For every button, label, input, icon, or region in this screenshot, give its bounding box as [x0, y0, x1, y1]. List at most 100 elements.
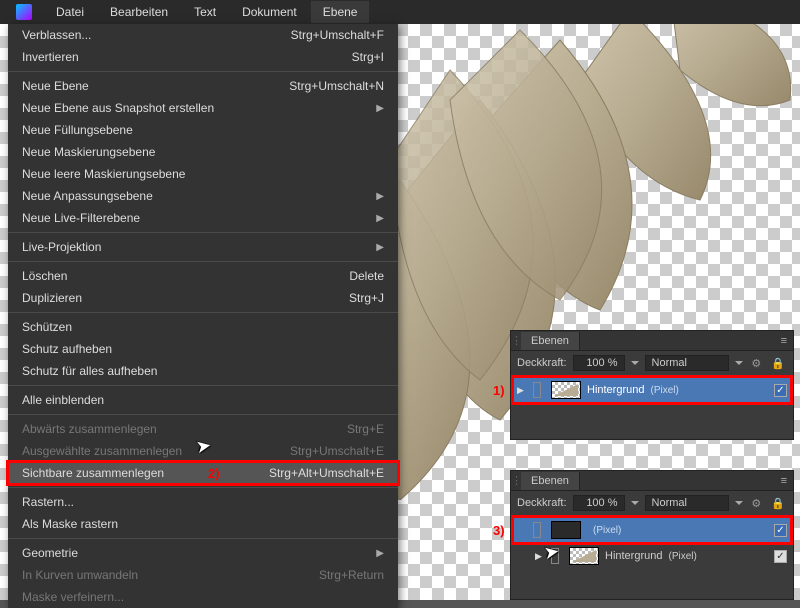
blend-mode-select[interactable]: Normal [645, 355, 730, 371]
submenu-arrow-icon: ▶ [376, 213, 384, 224]
menu-text[interactable]: Text [182, 1, 228, 23]
layer-row[interactable]: ▶ Hintergrund (Pixel) ✓ [513, 377, 791, 403]
opacity-dropdown-icon[interactable] [631, 361, 639, 365]
disclose-icon[interactable]: ▶ [517, 385, 527, 396]
menu-shortcut: Strg+Umschalt+F [291, 28, 384, 42]
annotation-3: 3) [493, 523, 505, 538]
menu-item[interactable]: Löschen Delete [8, 265, 398, 287]
menu-item-label: Schützen [22, 320, 72, 334]
ebene-dropdown: Verblassen... Strg+Umschalt+F Invertieren S… [8, 24, 398, 608]
menu-item[interactable]: Schutz aufheben [8, 338, 398, 360]
layer-row[interactable]: (Pixel) ✓ [513, 517, 791, 543]
menu-item[interactable]: Verblassen... Strg+Umschalt+F [8, 24, 398, 46]
submenu-arrow-icon: ▶ [376, 191, 384, 202]
layer-name: Hintergrund [587, 384, 644, 396]
menu-shortcut: Strg+E [347, 422, 384, 436]
menu-bearbeiten[interactable]: Bearbeiten [98, 1, 180, 23]
submenu-arrow-icon: ▶ [376, 103, 384, 114]
menu-shortcut: Delete [349, 269, 384, 283]
menu-shortcut: Strg+I [352, 50, 384, 64]
menu-item-label: Sichtbare zusammenlegen [22, 466, 164, 480]
menu-item[interactable]: Rastern... [8, 491, 398, 513]
opacity-value[interactable]: 100 % [573, 355, 625, 371]
disclose-icon[interactable]: ▶ [535, 551, 545, 562]
menu-item-label: Neue Live-Filterebene [22, 211, 140, 225]
opacity-dropdown-icon[interactable] [631, 501, 639, 505]
menu-item[interactable]: Invertieren Strg+I [8, 46, 398, 68]
layer-type: (Pixel) [650, 385, 678, 396]
visibility-checkbox[interactable]: ✓ [774, 524, 787, 537]
layer-row[interactable]: ▶Hintergrund (Pixel)✓ [513, 543, 791, 569]
menu-item-label: Rastern... [22, 495, 74, 509]
submenu-arrow-icon: ▶ [376, 548, 384, 559]
opacity-label: Deckkraft: [517, 357, 567, 369]
lock-icon[interactable]: 🔒 [769, 497, 787, 510]
submenu-arrow-icon: ▶ [376, 242, 384, 253]
menu-dokument[interactable]: Dokument [230, 1, 309, 23]
menu-item-label: Live-Projektion [22, 240, 101, 254]
app-icon[interactable] [16, 4, 32, 20]
menu-shortcut: Strg+Umschalt+E [290, 444, 384, 458]
layer-thumbnail[interactable] [551, 381, 581, 399]
menu-datei[interactable]: Datei [44, 1, 96, 23]
menu-item-label: Verblassen... [22, 28, 91, 42]
layers-panel-2: ⋮⋮ Ebenen ≡ Deckkraft: 100 % Normal ⚙ 🔒 … [510, 470, 794, 600]
menu-ebene[interactable]: Ebene [311, 1, 370, 23]
menubar: Datei Bearbeiten Text Dokument Ebene [0, 0, 800, 24]
lock-icon[interactable]: 🔒 [769, 357, 787, 370]
menu-item[interactable]: Neue Maskierungsebene [8, 141, 398, 163]
menu-item[interactable]: Schützen [8, 316, 398, 338]
brush-icon [533, 522, 541, 538]
visibility-checkbox[interactable]: ✓ [774, 550, 787, 563]
menu-item[interactable]: Neue Füllungsebene [8, 119, 398, 141]
menu-item-label: Neue Ebene aus Snapshot erstellen [22, 101, 214, 115]
menu-item-label: Invertieren [22, 50, 79, 64]
panel-grip-icon[interactable]: ⋮⋮ [511, 474, 521, 487]
menu-shortcut: Strg+J [349, 291, 384, 305]
menu-item-label: Schutz aufheben [22, 342, 112, 356]
layers-tab[interactable]: Ebenen [521, 472, 580, 490]
panel-menu-icon[interactable]: ≡ [775, 475, 793, 487]
gear-icon[interactable]: ⚙ [749, 357, 763, 370]
menu-item: Ausgewählte zusammenlegen Strg+Umschalt+E [8, 440, 398, 462]
menu-item[interactable]: Neue Ebene Strg+Umschalt+N [8, 75, 398, 97]
layer-name: Hintergrund [605, 550, 662, 562]
menu-item[interactable]: Neue Anpassungsebene▶ [8, 185, 398, 207]
menu-item[interactable]: Schutz für alles aufheben [8, 360, 398, 382]
blend-mode-select[interactable]: Normal [645, 495, 730, 511]
opacity-value[interactable]: 100 % [573, 495, 625, 511]
annotation-2: 2) [208, 466, 220, 481]
menu-item-label: Neue Ebene [22, 79, 89, 93]
menu-item-label: Duplizieren [22, 291, 82, 305]
layers-tab[interactable]: Ebenen [521, 332, 580, 350]
visibility-checkbox[interactable]: ✓ [774, 384, 787, 397]
menu-item[interactable]: Als Maske rastern [8, 513, 398, 535]
blend-dropdown-icon[interactable] [735, 361, 743, 365]
panel-grip-icon[interactable]: ⋮⋮ [511, 334, 521, 347]
menu-item[interactable]: Live-Projektion ▶ [8, 236, 398, 258]
menu-item[interactable]: Neue leere Maskierungsebene [8, 163, 398, 185]
menu-item[interactable]: Neue Ebene aus Snapshot erstellen ▶ [8, 97, 398, 119]
menu-shortcut: Strg+Umschalt+N [289, 79, 384, 93]
brush-icon [533, 382, 541, 398]
menu-item[interactable]: Alle einblenden [8, 389, 398, 411]
layers-panel-1: ⋮⋮ Ebenen ≡ Deckkraft: 100 % Normal ⚙ 🔒 … [510, 330, 794, 440]
layer-type: (Pixel) [593, 525, 621, 536]
menu-item: Maske verfeinern... [8, 586, 398, 608]
menu-item-label: Abwärts zusammenlegen [22, 422, 157, 436]
menu-item-label: Ausgewählte zusammenlegen [22, 444, 182, 458]
menu-item-label: Löschen [22, 269, 67, 283]
panel-menu-icon[interactable]: ≡ [775, 335, 793, 347]
menu-item[interactable]: Duplizieren Strg+J [8, 287, 398, 309]
brush-icon [551, 548, 559, 564]
menu-item[interactable]: Geometrie▶ [8, 542, 398, 564]
menu-item[interactable]: Sichtbare zusammenlegen2)Strg+Alt+Umscha… [8, 462, 398, 484]
menu-item-label: Neue Füllungsebene [22, 123, 133, 137]
layer-thumbnail[interactable] [551, 521, 581, 539]
blend-dropdown-icon[interactable] [735, 501, 743, 505]
annotation-1: 1) [493, 383, 505, 398]
menu-item-label: Alle einblenden [22, 393, 104, 407]
menu-item[interactable]: Neue Live-Filterebene ▶ [8, 207, 398, 229]
layer-thumbnail[interactable] [569, 547, 599, 565]
gear-icon[interactable]: ⚙ [749, 497, 763, 510]
